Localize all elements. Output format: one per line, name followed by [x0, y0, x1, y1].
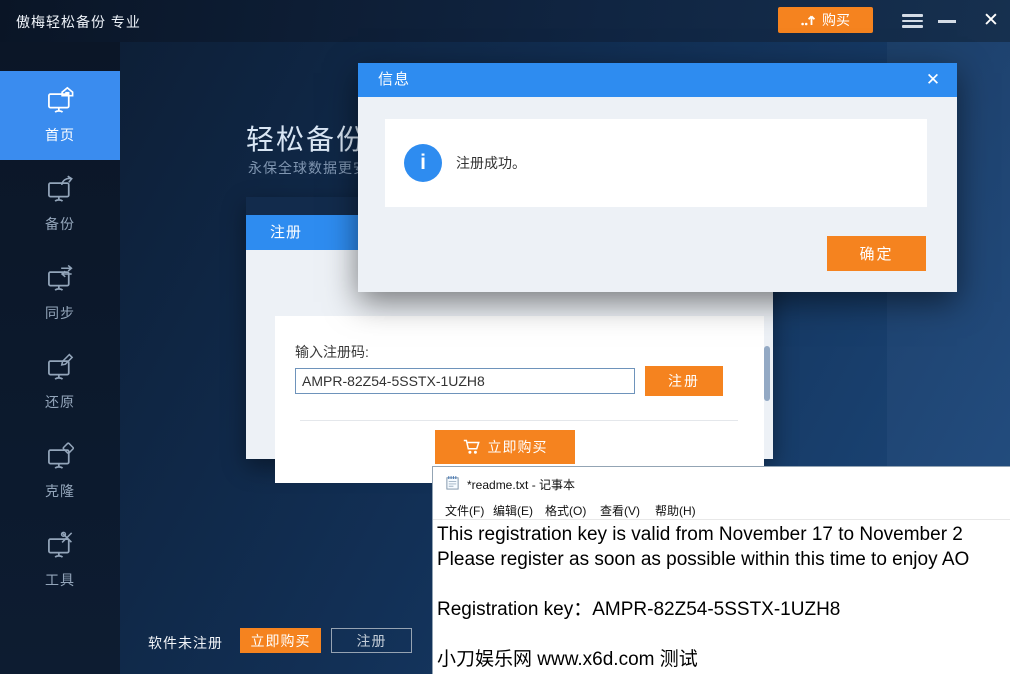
- sidebar-item-label: 工具: [0, 570, 120, 590]
- sidebar-item-clone[interactable]: 克隆: [0, 427, 120, 516]
- divider: [300, 420, 738, 421]
- app-title: 傲梅轻松备份 专业: [16, 12, 141, 32]
- register-outline-button[interactable]: 注册: [331, 628, 412, 653]
- notepad-line: This registration key is valid from Nove…: [437, 522, 1010, 547]
- page-title: 轻松备份: [246, 118, 366, 158]
- tools-icon: [46, 531, 74, 559]
- menu-file[interactable]: 文件(F): [445, 502, 484, 519]
- sidebar-item-label: 还原: [0, 392, 120, 412]
- info-message-card: i 注册成功。: [385, 119, 927, 207]
- sidebar-item-restore[interactable]: 还原: [0, 338, 120, 427]
- info-icon: i: [404, 144, 442, 182]
- app-titlebar: 傲梅轻松备份 专业 购买 ✕: [0, 0, 1010, 42]
- info-dialog-title: 信息: [378, 63, 410, 97]
- menu-view[interactable]: 查看(V): [600, 502, 640, 519]
- sidebar-item-label: 首页: [0, 125, 120, 145]
- sidebar-item-label: 同步: [0, 303, 120, 323]
- menu-format[interactable]: 格式(O): [545, 502, 586, 519]
- info-dialog: 信息 ✕ i 注册成功。 确定: [358, 63, 957, 292]
- sidebar-item-label: 备份: [0, 214, 120, 234]
- sidebar-item-sync[interactable]: 同步: [0, 249, 120, 338]
- cart-icon: [463, 439, 480, 455]
- register-buy-button[interactable]: 立即购买: [435, 430, 575, 464]
- info-message: 注册成功。: [456, 119, 526, 207]
- clone-icon: [46, 442, 74, 470]
- minimize-icon[interactable]: [938, 20, 956, 23]
- titlebar-buy-button[interactable]: 购买: [778, 7, 873, 33]
- notepad-line: [437, 572, 1010, 597]
- upgrade-arrow-icon: [801, 13, 816, 27]
- notepad-line: Please register as soon as possible with…: [437, 547, 1010, 572]
- registration-card: 输入注册码: 注册 立即购买: [275, 316, 764, 483]
- notepad-window: *readme.txt - 记事本 文件(F) 编辑(E) 格式(O) 查看(V…: [432, 466, 1010, 674]
- notepad-title: *readme.txt - 记事本: [467, 476, 575, 493]
- sidebar: 首页 备份 同步: [0, 42, 120, 674]
- sidebar-item-tools[interactable]: 工具: [0, 516, 120, 605]
- register-submit-button[interactable]: 注册: [645, 366, 723, 396]
- home-icon: [46, 86, 74, 114]
- ok-button[interactable]: 确定: [827, 236, 926, 271]
- notepad-line: 小刀娱乐网 www.x6d.com 测试: [437, 647, 1010, 672]
- registration-code-input[interactable]: [295, 368, 635, 394]
- notepad-menubar: 文件(F) 编辑(E) 格式(O) 查看(V) 帮助(H): [433, 498, 1010, 520]
- notepad-icon: [445, 475, 460, 490]
- notepad-line: Registration key：AMPR-82Z54-5SSTX-1UZH8: [437, 597, 1010, 622]
- restore-icon: [46, 353, 74, 381]
- dialog-close-icon[interactable]: ✕: [921, 68, 945, 92]
- close-icon[interactable]: ✕: [979, 9, 1003, 33]
- menu-help[interactable]: 帮助(H): [655, 502, 696, 519]
- sidebar-item-backup[interactable]: 备份: [0, 160, 120, 249]
- backup-icon: [46, 175, 74, 203]
- code-input-label: 输入注册码:: [295, 342, 369, 362]
- scrollbar-thumb[interactable]: [764, 346, 770, 401]
- sync-icon: [46, 264, 74, 292]
- info-dialog-titlebar: 信息 ✕: [358, 63, 957, 97]
- menu-edit[interactable]: 编辑(E): [493, 502, 533, 519]
- notepad-titlebar[interactable]: *readme.txt - 记事本: [433, 467, 1010, 498]
- menu-icon[interactable]: [902, 14, 923, 28]
- unregistered-status: 软件未注册: [148, 633, 223, 653]
- app-screen: 傲梅轻松备份 专业 购买 ✕ 首页: [0, 0, 1010, 674]
- notepad-line: [437, 622, 1010, 647]
- buy-now-button[interactable]: 立即购买: [240, 628, 321, 653]
- titlebar-buy-label: 购买: [822, 10, 850, 30]
- sidebar-item-home[interactable]: 首页: [0, 71, 120, 160]
- notepad-text-area[interactable]: This registration key is valid from Nove…: [437, 522, 1010, 672]
- sidebar-item-label: 克隆: [0, 481, 120, 501]
- register-buy-label: 立即购买: [488, 437, 548, 457]
- registration-window-title: 注册: [270, 215, 302, 250]
